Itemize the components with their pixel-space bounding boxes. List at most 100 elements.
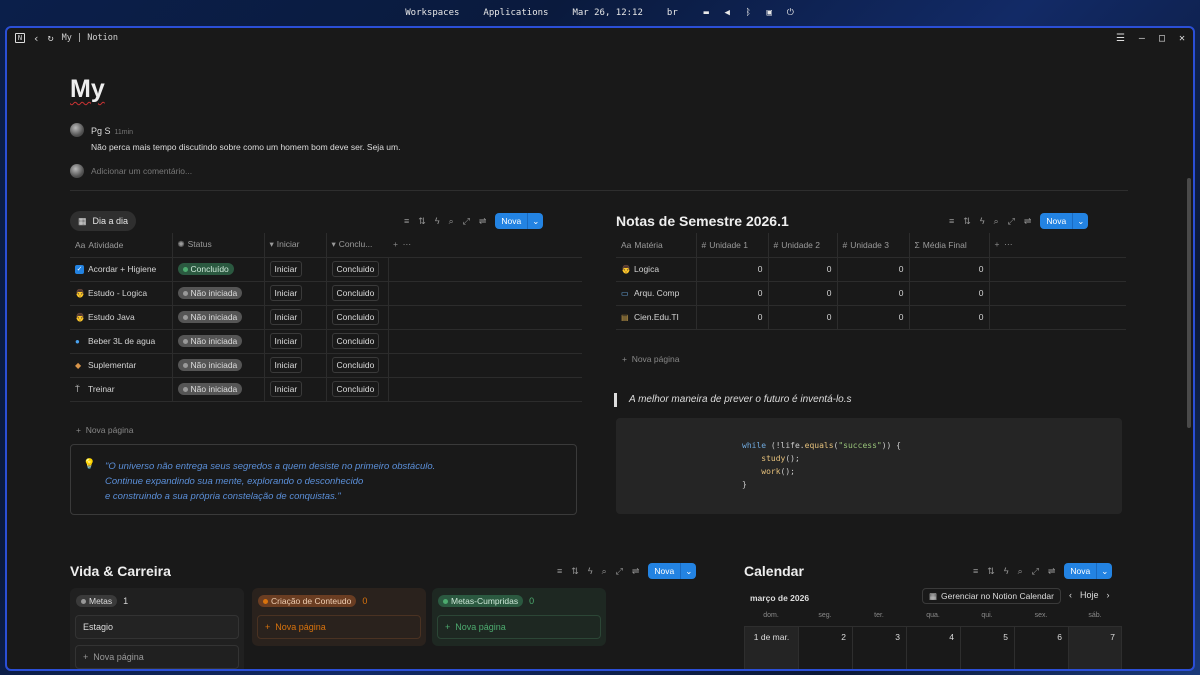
start-button[interactable]: Iniciar — [269, 261, 303, 277]
new-button[interactable]: Nova ⌄ — [495, 213, 544, 229]
calendar-day[interactable]: 3 — [852, 627, 906, 669]
done-button[interactable]: Concluido — [331, 357, 380, 373]
chevron-down-icon[interactable]: ⌄ — [1072, 213, 1088, 229]
filter-icon[interactable]: ≡ — [973, 566, 978, 576]
view-tab-dia-a-dia[interactable]: ▦ Dia a dia — [70, 211, 137, 231]
done-button[interactable]: Concluido — [331, 285, 380, 301]
table-row[interactable]: ▭ Arqu. Comp 0000 — [616, 281, 1126, 306]
add-page-button[interactable]: + Nova página — [437, 615, 601, 639]
manage-calendar-button[interactable]: ▦ Gerenciar no Notion Calendar — [922, 588, 1061, 604]
filter-icon[interactable]: ≡ — [557, 566, 562, 576]
search-icon[interactable]: ⌕ — [602, 566, 607, 577]
done-button[interactable]: Concluido — [331, 381, 380, 397]
settings-icon[interactable]: ⇌ — [1024, 216, 1032, 227]
power-icon[interactable]: ⏻ — [786, 8, 795, 18]
clock[interactable]: Mar 26, 12:12 — [572, 8, 642, 18]
keyboard-layout[interactable]: br — [667, 8, 678, 18]
column-start[interactable]: ▾ Iniciar — [263, 233, 326, 258]
calendar-title[interactable]: Calendar — [744, 563, 804, 579]
start-button[interactable]: Iniciar — [269, 357, 303, 373]
back-icon[interactable]: ‹ — [33, 32, 40, 45]
automation-icon[interactable]: ϟ — [1004, 566, 1009, 576]
start-button[interactable]: Iniciar — [269, 381, 303, 397]
status-badge[interactable]: Não iniciada — [177, 287, 243, 299]
calendar-day[interactable]: 1 de mar. — [744, 627, 798, 669]
settings-icon[interactable]: ⇌ — [479, 216, 487, 227]
group-tag[interactable]: Criação de Conteudo — [258, 595, 357, 607]
bluetooth-icon[interactable]: ᛒ — [744, 8, 753, 18]
monitor-icon[interactable]: ▣ — [765, 8, 774, 18]
add-column-icon[interactable]: + ⋯ — [988, 233, 1126, 258]
column-average[interactable]: Σ Média Final — [908, 233, 989, 258]
status-badge[interactable]: Não iniciada — [177, 359, 243, 371]
callout-text[interactable]: "O universo não entrega seus segredos a … — [105, 459, 435, 504]
column-activity[interactable]: Aa Atividade — [70, 233, 172, 258]
column-unit-1[interactable]: # Unidade 1 — [695, 233, 768, 258]
calendar-day[interactable]: 7 — [1068, 627, 1122, 669]
applications-menu[interactable]: Applications — [483, 8, 548, 18]
status-badge[interactable]: Não iniciada — [177, 311, 243, 323]
table-row[interactable]: 👨 Estudo - Logica Não iniciada Iniciar Co… — [70, 281, 582, 306]
table-row[interactable]: Ť Treinar Não iniciada Iniciar Concluido — [70, 377, 582, 402]
automation-icon[interactable]: ϟ — [588, 566, 593, 576]
calendar-day[interactable]: 6 — [1014, 627, 1068, 669]
sort-icon[interactable]: ⇅ — [571, 566, 579, 577]
board-card[interactable]: Estagio — [75, 615, 239, 639]
window-switch-icon[interactable]: ▬ — [702, 8, 711, 18]
expand-icon[interactable]: ⤢ — [1008, 216, 1015, 227]
search-icon[interactable]: ⌕ — [449, 216, 454, 227]
calendar-day[interactable]: 2 — [798, 627, 852, 669]
checkbox-icon[interactable]: ✓ — [75, 265, 84, 275]
start-button[interactable]: Iniciar — [269, 309, 303, 325]
grades-title[interactable]: Notas de Semestre 2026.1 — [616, 213, 789, 229]
calendar-day[interactable]: 4 — [906, 627, 960, 669]
minimize-icon[interactable]: – — [1139, 33, 1145, 44]
table-row[interactable]: 👨 Logica 0000 — [616, 257, 1126, 282]
status-badge[interactable]: Não iniciada — [177, 335, 243, 347]
add-column-icon[interactable]: + ⋯ — [388, 233, 582, 258]
code-block[interactable]: while (!life.equals("success")) { study(… — [616, 418, 1122, 514]
status-badge[interactable]: Não iniciada — [177, 383, 243, 395]
chevron-down-icon[interactable]: ⌄ — [527, 213, 543, 229]
new-button[interactable]: Nova ⌄ — [1040, 213, 1089, 229]
expand-icon[interactable]: ⤢ — [616, 566, 623, 577]
column-subject[interactable]: Aa Matéria — [616, 233, 696, 258]
done-button[interactable]: Concluido — [331, 309, 380, 325]
prev-month-icon[interactable]: ‹ — [1069, 590, 1072, 600]
reload-icon[interactable]: ↻ — [48, 33, 54, 44]
sort-icon[interactable]: ⇅ — [987, 566, 995, 577]
table-row[interactable]: ✓ Acordar + Higiene Concluído Iniciar Con… — [70, 257, 582, 282]
start-button[interactable]: Iniciar — [269, 285, 303, 301]
maximize-icon[interactable]: □ — [1159, 33, 1165, 44]
done-button[interactable]: Concluido — [331, 333, 380, 349]
status-badge[interactable]: Concluído — [177, 263, 234, 275]
group-tag[interactable]: Metas-Cumpridas — [438, 595, 524, 607]
table-row[interactable]: ● Beber 3L de agua Não iniciada Iniciar C… — [70, 329, 582, 354]
page-title[interactable]: My — [70, 75, 105, 104]
add-page-button[interactable]: + Nova página — [76, 425, 133, 435]
chevron-down-icon[interactable]: ⌄ — [1096, 563, 1112, 579]
volume-icon[interactable]: ◀ — [723, 8, 732, 18]
close-icon[interactable]: ✕ — [1179, 33, 1185, 44]
start-button[interactable]: Iniciar — [269, 333, 303, 349]
automation-icon[interactable]: ϟ — [980, 216, 985, 226]
add-page-button[interactable]: + Nova página — [257, 615, 421, 639]
column-status[interactable]: ✺ Status — [171, 233, 264, 258]
search-icon[interactable]: ⌕ — [1018, 566, 1023, 577]
column-unit-3[interactable]: # Unidade 3 — [836, 233, 909, 258]
table-row[interactable]: 👨 Estudo Java Não iniciada Iniciar Conclu… — [70, 305, 582, 330]
expand-icon[interactable]: ⤢ — [1032, 566, 1039, 577]
sort-icon[interactable]: ⇅ — [963, 216, 971, 227]
add-page-button[interactable]: + Nova página — [622, 354, 679, 364]
table-row[interactable]: ▤ Cien.Edu.TI 0000 — [616, 305, 1126, 330]
chevron-down-icon[interactable]: ⌄ — [680, 563, 696, 579]
search-icon[interactable]: ⌕ — [994, 216, 999, 227]
group-tag[interactable]: Metas — [76, 595, 118, 607]
column-done[interactable]: ▾ Conclu... — [325, 233, 388, 258]
column-unit-2[interactable]: # Unidade 2 — [767, 233, 837, 258]
workspaces-menu[interactable]: Workspaces — [405, 8, 459, 18]
filter-icon[interactable]: ≡ — [404, 216, 409, 226]
expand-icon[interactable]: ⤢ — [463, 216, 470, 227]
quote-block[interactable]: A melhor maneira de prever o futuro é in… — [614, 393, 852, 407]
new-button[interactable]: Nova ⌄ — [1064, 563, 1113, 579]
